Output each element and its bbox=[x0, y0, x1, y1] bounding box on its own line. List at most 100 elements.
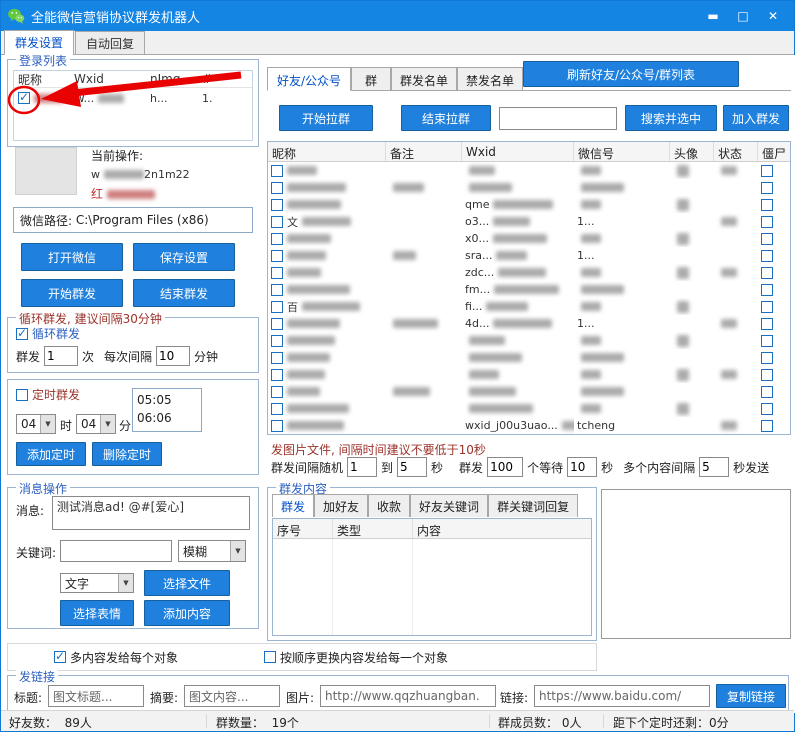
content-tab-group-keyword[interactable]: 群关键词回复 bbox=[488, 494, 578, 517]
table-row[interactable] bbox=[268, 179, 790, 196]
tab-groups[interactable]: 群 bbox=[351, 67, 391, 91]
row-checkbox[interactable] bbox=[271, 386, 283, 398]
zombie-checkbox[interactable] bbox=[761, 369, 773, 381]
table-row[interactable] bbox=[268, 400, 790, 417]
table-row[interactable]: wxid_j00u3uao...tcheng bbox=[268, 417, 790, 434]
col-wxid[interactable]: Wxid bbox=[462, 142, 574, 161]
zombie-checkbox[interactable] bbox=[761, 335, 773, 347]
search-input[interactable] bbox=[499, 107, 617, 130]
delete-timer-button[interactable]: 删除定时 bbox=[92, 442, 162, 466]
zombie-checkbox[interactable] bbox=[761, 233, 773, 245]
zombie-checkbox[interactable] bbox=[761, 318, 773, 330]
choose-emoji-button[interactable]: 选择表情 bbox=[60, 600, 134, 626]
maximize-button[interactable]: □ bbox=[728, 4, 758, 28]
tab-send-settings[interactable]: 群发设置 bbox=[4, 30, 74, 55]
table-row[interactable]: x0... bbox=[268, 230, 790, 247]
login-list-row[interactable]: W... h... 1. bbox=[14, 88, 252, 108]
start-pull-group-button[interactable]: 开始拉群 bbox=[279, 105, 373, 131]
add-content-button[interactable]: 添加内容 bbox=[144, 600, 230, 626]
start-send-button[interactable]: 开始群发 bbox=[21, 279, 123, 307]
save-settings-button[interactable]: 保存设置 bbox=[133, 243, 235, 271]
content-tab-add-friend[interactable]: 加好友 bbox=[314, 494, 368, 517]
col-zombie[interactable]: 僵尸 bbox=[758, 142, 790, 161]
link-url-input[interactable] bbox=[534, 685, 710, 707]
row-checkbox[interactable] bbox=[271, 335, 283, 347]
zombie-checkbox[interactable] bbox=[761, 250, 773, 262]
login-row-checkbox[interactable] bbox=[18, 92, 30, 104]
keyword-input[interactable] bbox=[60, 540, 172, 562]
content-tab-payment[interactable]: 收款 bbox=[368, 494, 410, 517]
tab-ban-list[interactable]: 禁发名单 bbox=[457, 67, 523, 91]
sequential-checkbox[interactable] bbox=[264, 651, 276, 663]
copy-link-button[interactable]: 复制链接 bbox=[716, 684, 786, 708]
table-row[interactable] bbox=[268, 162, 790, 179]
table-row[interactable] bbox=[268, 349, 790, 366]
row-checkbox[interactable] bbox=[271, 301, 283, 313]
row-checkbox[interactable] bbox=[271, 284, 283, 296]
content-textarea[interactable] bbox=[601, 489, 791, 639]
hour-select[interactable]: 04▼ bbox=[16, 414, 56, 434]
multi-interval-input[interactable] bbox=[699, 457, 729, 477]
add-timer-button[interactable]: 添加定时 bbox=[16, 442, 86, 466]
choose-file-button[interactable]: 选择文件 bbox=[144, 570, 230, 596]
join-send-button[interactable]: 加入群发 bbox=[723, 105, 789, 131]
loop-interval-input[interactable] bbox=[156, 346, 190, 366]
table-row[interactable] bbox=[268, 383, 790, 400]
zombie-checkbox[interactable] bbox=[761, 420, 773, 432]
minute-select[interactable]: 04▼ bbox=[76, 414, 116, 434]
col-status[interactable]: 状态 bbox=[714, 142, 758, 161]
row-checkbox[interactable] bbox=[271, 352, 283, 364]
close-button[interactable]: ✕ bbox=[758, 4, 788, 28]
zombie-checkbox[interactable] bbox=[761, 199, 773, 211]
zombie-checkbox[interactable] bbox=[761, 301, 773, 313]
zombie-checkbox[interactable] bbox=[761, 284, 773, 296]
row-checkbox[interactable] bbox=[271, 403, 283, 415]
interval-from-input[interactable] bbox=[347, 457, 377, 477]
zombie-checkbox[interactable] bbox=[761, 165, 773, 177]
table-row[interactable]: 百fi... bbox=[268, 298, 790, 315]
loop-count-input[interactable] bbox=[44, 346, 78, 366]
content-tab-send[interactable]: 群发 bbox=[272, 494, 314, 517]
match-mode-select[interactable]: 模糊▼ bbox=[178, 540, 246, 562]
zombie-checkbox[interactable] bbox=[761, 182, 773, 194]
table-row[interactable]: 4d...1... bbox=[268, 315, 790, 332]
row-checkbox[interactable] bbox=[271, 267, 283, 279]
minimize-button[interactable]: ▬ bbox=[698, 4, 728, 28]
row-checkbox[interactable] bbox=[271, 165, 283, 177]
link-digest-input[interactable] bbox=[184, 685, 280, 707]
tab-friends[interactable]: 好友/公众号 bbox=[267, 67, 351, 91]
table-row[interactable] bbox=[268, 366, 790, 383]
timer-list[interactable]: 05:05 06:06 bbox=[132, 388, 202, 432]
message-input[interactable]: 测试消息ad! @#[爱心] bbox=[52, 496, 250, 530]
wait-input[interactable] bbox=[567, 457, 597, 477]
col-avatar[interactable]: 头像 bbox=[670, 142, 714, 161]
link-title-input[interactable] bbox=[48, 685, 144, 707]
table-row[interactable] bbox=[268, 332, 790, 349]
col-nickname[interactable]: 昵称 bbox=[268, 142, 386, 161]
batch-count-input[interactable] bbox=[487, 457, 523, 477]
table-row[interactable]: sra...1... bbox=[268, 247, 790, 264]
loop-send-checkbox[interactable] bbox=[16, 328, 28, 340]
search-select-button[interactable]: 搜索并选中 bbox=[625, 105, 717, 131]
col-remark[interactable]: 备注 bbox=[386, 142, 462, 161]
zombie-checkbox[interactable] bbox=[761, 352, 773, 364]
table-row[interactable]: qme bbox=[268, 196, 790, 213]
zombie-checkbox[interactable] bbox=[761, 267, 773, 279]
row-checkbox[interactable] bbox=[271, 369, 283, 381]
link-image-input[interactable] bbox=[320, 685, 496, 707]
row-checkbox[interactable] bbox=[271, 199, 283, 211]
stop-pull-group-button[interactable]: 结束拉群 bbox=[401, 105, 491, 131]
row-checkbox[interactable] bbox=[271, 182, 283, 194]
refresh-lists-button[interactable]: 刷新好友/公众号/群列表 bbox=[523, 61, 739, 87]
zombie-checkbox[interactable] bbox=[761, 216, 773, 228]
zombie-checkbox[interactable] bbox=[761, 386, 773, 398]
row-checkbox[interactable] bbox=[271, 233, 283, 245]
interval-to-input[interactable] bbox=[397, 457, 427, 477]
tab-send-list[interactable]: 群发名单 bbox=[391, 67, 457, 91]
row-checkbox[interactable] bbox=[271, 216, 283, 228]
stop-send-button[interactable]: 结束群发 bbox=[133, 279, 235, 307]
row-checkbox[interactable] bbox=[271, 420, 283, 432]
zombie-checkbox[interactable] bbox=[761, 403, 773, 415]
content-tab-friend-keyword[interactable]: 好友关键词 bbox=[410, 494, 488, 517]
table-row[interactable]: zdc... bbox=[268, 264, 790, 281]
